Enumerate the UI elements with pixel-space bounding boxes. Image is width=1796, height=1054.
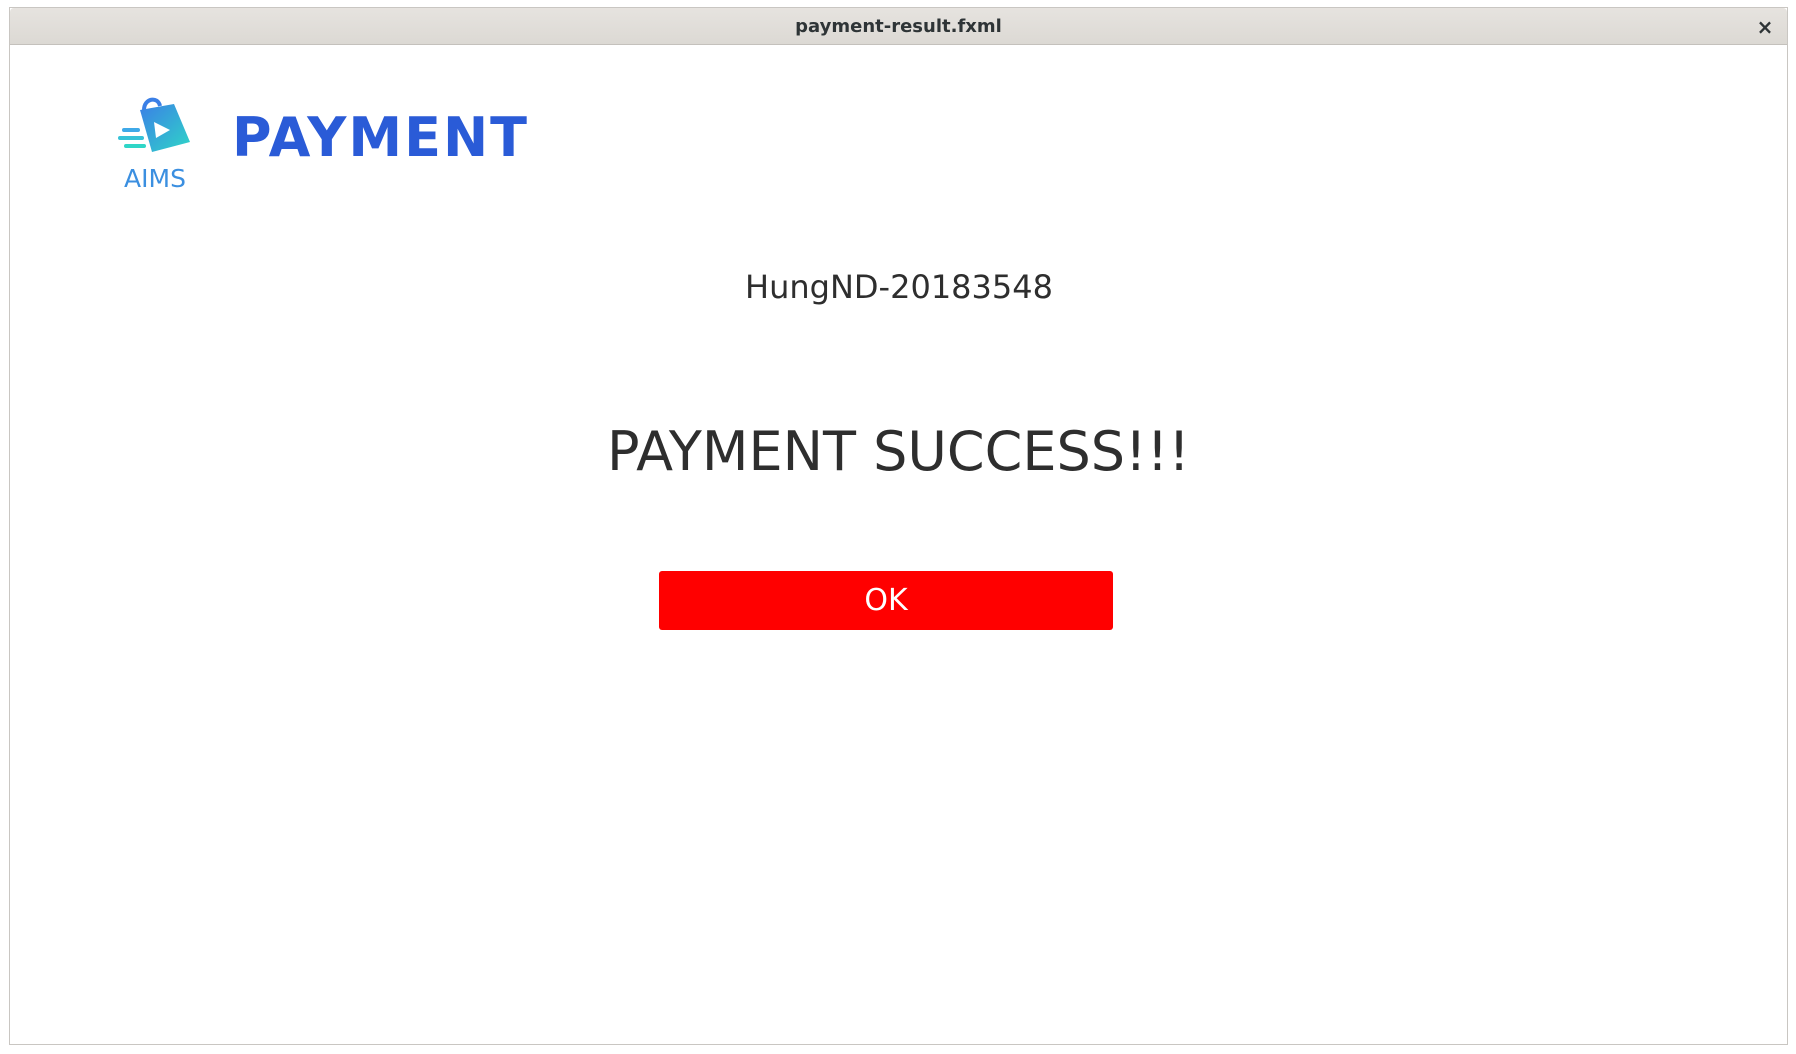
user-id-label: HungND-20183548: [745, 268, 1053, 306]
shopping-bag-arrow-icon: [118, 97, 190, 152]
close-button[interactable]: ×: [1751, 13, 1779, 41]
aims-logo: AIMS: [110, 92, 200, 196]
ok-button[interactable]: OK: [659, 571, 1113, 630]
app-window: payment-result.fxml × AIMS PAYMENT HungN…: [9, 7, 1788, 1045]
payment-result-message: PAYMENT SUCCESS!!!: [607, 420, 1190, 483]
page-title: PAYMENT: [232, 106, 529, 169]
title-bar[interactable]: payment-result.fxml ×: [10, 8, 1787, 45]
window-title: payment-result.fxml: [795, 16, 1002, 37]
logo-text: AIMS: [124, 164, 186, 193]
